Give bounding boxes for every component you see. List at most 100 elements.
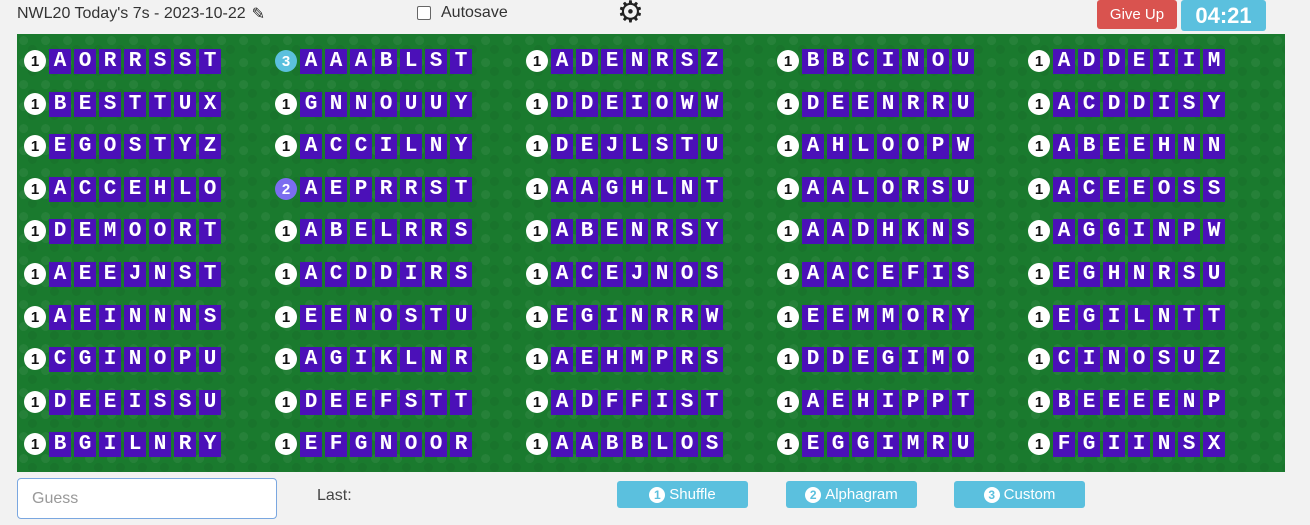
question-cell[interactable]: 1EGOSTYZ [24, 131, 224, 161]
letter-tile: L [400, 133, 422, 159]
question-cell[interactable]: 1EENOSTU [275, 302, 475, 332]
letter-tile: E [74, 304, 96, 330]
letter-tiles: AALORSU [802, 176, 977, 202]
letter-tile: U [952, 48, 974, 74]
guess-input[interactable] [17, 478, 277, 519]
question-cell[interactable]: 1ACEJNOS [526, 259, 726, 289]
shuffle-button[interactable]: 1 Shuffle [617, 481, 748, 508]
question-cell[interactable]: 1AALORSU [777, 174, 977, 204]
letter-tile: O [1153, 176, 1175, 202]
question-cell[interactable]: 1CGINOPU [24, 344, 224, 374]
question-cell[interactable]: 1EGILNTT [1028, 302, 1228, 332]
letter-tile: X [199, 91, 221, 117]
question-cell[interactable]: 1ACCEHLO [24, 174, 224, 204]
question-cell[interactable]: 1AGIKLNR [275, 344, 475, 374]
question-cell[interactable]: 1DEENRRU [777, 89, 977, 119]
question-cell[interactable]: 1AEEJNST [24, 259, 224, 289]
question-cell[interactable]: 1ACDDISY [1028, 89, 1228, 119]
letter-tiles: FGIINSX [1053, 431, 1228, 457]
autosave-checkbox[interactable] [417, 6, 431, 20]
question-cell[interactable]: 1FGIINSX [1028, 429, 1228, 459]
question-cell[interactable]: 2AEPRRST [275, 174, 475, 204]
letter-tile: Y [174, 133, 196, 159]
letter-tile: F [601, 389, 623, 415]
question-cell[interactable]: 1ADDEIIM [1028, 46, 1228, 76]
letter-tile: C [49, 346, 71, 372]
letter-tile: E [877, 261, 899, 287]
question-cell[interactable]: 1CINOSUZ [1028, 344, 1228, 374]
letter-tile: S [425, 48, 447, 74]
letter-tile: D [1103, 91, 1125, 117]
question-cell[interactable]: 1DEJLSTU [526, 131, 726, 161]
letter-tile: B [1053, 389, 1075, 415]
question-cell[interactable]: 1BBCINOU [777, 46, 977, 76]
question-cell[interactable]: 1BESTTUX [24, 89, 224, 119]
question-cell[interactable]: 1AEHIPPT [777, 387, 977, 417]
question-cell[interactable]: 3AAABLST [275, 46, 475, 76]
give-up-button[interactable]: Give Up [1097, 0, 1177, 29]
letter-tile: T [425, 389, 447, 415]
letter-tile: E [74, 261, 96, 287]
letter-tile: L [651, 176, 673, 202]
alphagram-button[interactable]: 2 Alphagram [786, 481, 917, 508]
question-cell[interactable]: 1ABEEHNN [1028, 131, 1228, 161]
question-cell[interactable]: 1DEEFSTT [275, 387, 475, 417]
letter-tile: B [626, 431, 648, 457]
letter-tiles: EEMMORY [802, 304, 977, 330]
answer-count-badge: 1 [24, 433, 46, 455]
question-cell[interactable]: 1AEHMPRS [526, 344, 726, 374]
word-board: 1AORRSST1BESTTUX1EGOSTYZ1ACCEHLO1DEMOORT… [17, 34, 1285, 472]
question-cell[interactable]: 1BEEEENP [1028, 387, 1228, 417]
letter-tiles: DEEISSU [49, 389, 224, 415]
question-cell[interactable]: 1AABBLOS [526, 429, 726, 459]
question-cell[interactable]: 1EGINRRW [526, 302, 726, 332]
question-cell[interactable]: 1AGGINPW [1028, 216, 1228, 246]
question-cell[interactable]: 1EGHNRSU [1028, 259, 1228, 289]
question-cell[interactable]: 1EGGIMRU [777, 429, 977, 459]
question-cell[interactable]: 1DEMOORT [24, 216, 224, 246]
answer-count-badge: 1 [24, 178, 46, 200]
question-cell[interactable]: 1EEMMORY [777, 302, 977, 332]
quiz-title[interactable]: NWL20 Today's 7s - 2023-10-22 ✎ [17, 4, 265, 24]
question-cell[interactable]: 1ACEEOSS [1028, 174, 1228, 204]
letter-tile: E [551, 304, 573, 330]
question-cell[interactable]: 1AORRSST [24, 46, 224, 76]
letter-tile: A [325, 48, 347, 74]
question-cell[interactable]: 1ACCILNY [275, 131, 475, 161]
question-cell[interactable]: 1ADFFIST [526, 387, 726, 417]
letter-tile: D [852, 218, 874, 244]
autosave-toggle[interactable]: Autosave [417, 4, 508, 22]
question-cell[interactable]: 1ADENRSZ [526, 46, 726, 76]
question-cell[interactable]: 1ACDDIRS [275, 259, 475, 289]
question-cell[interactable]: 1GNNOUUY [275, 89, 475, 119]
question-cell[interactable]: 1AADHKNS [777, 216, 977, 246]
letter-tile: T [149, 133, 171, 159]
pencil-icon[interactable]: ✎ [252, 4, 265, 24]
question-cell[interactable]: 1ABENRSY [526, 216, 726, 246]
letter-tiles: DEEFSTT [300, 389, 475, 415]
answer-count-badge: 1 [275, 348, 297, 370]
custom-button[interactable]: 3 Custom [954, 481, 1085, 508]
question-cell[interactable]: 1BGILNRY [24, 429, 224, 459]
gear-icon[interactable]: ⚙ [617, 0, 644, 28]
letter-tile: T [1203, 304, 1225, 330]
question-cell[interactable]: 1DDEGIMO [777, 344, 977, 374]
letter-tiles: EGILNTT [1053, 304, 1228, 330]
letter-tile: E [49, 133, 71, 159]
letter-tile: R [676, 346, 698, 372]
question-cell[interactable]: 1AHLOOPW [777, 131, 977, 161]
question-cell[interactable]: 1AEINNNS [24, 302, 224, 332]
question-cell[interactable]: 1DEEISSU [24, 387, 224, 417]
question-cell[interactable]: 1ABELRRS [275, 216, 475, 246]
letter-tile: N [375, 431, 397, 457]
letter-tiles: AABBLOS [551, 431, 726, 457]
question-cell[interactable]: 1AACEFIS [777, 259, 977, 289]
question-cell[interactable]: 1EFGNOOR [275, 429, 475, 459]
letter-tile: I [877, 48, 899, 74]
letter-tile: U [1203, 261, 1225, 287]
question-cell[interactable]: 1DDEIOWW [526, 89, 726, 119]
question-cell[interactable]: 1AAGHLNT [526, 174, 726, 204]
letter-tile: B [325, 218, 347, 244]
letter-tile: R [651, 48, 673, 74]
letter-tile: P [350, 176, 372, 202]
